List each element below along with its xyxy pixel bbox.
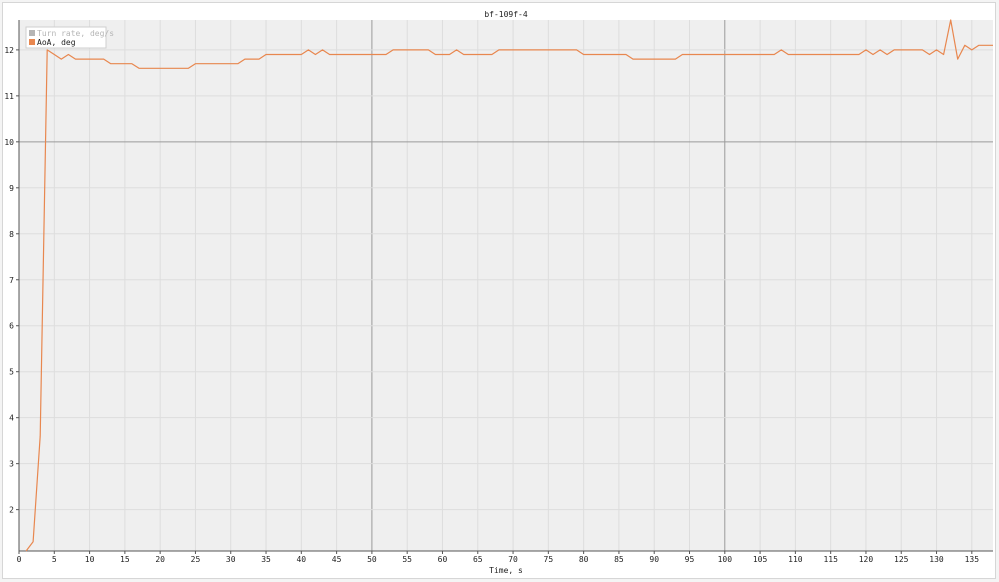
y-tick-label: 5 [9,368,14,377]
x-tick-label: 40 [296,555,306,564]
x-tick-label: 35 [261,555,271,564]
x-tick-label: 45 [332,555,342,564]
x-tick-label: 105 [753,555,768,564]
y-tick-label: 11 [4,92,14,101]
y-tick-label: 2 [9,506,14,515]
x-tick-label: 115 [823,555,838,564]
x-tick-label: 20 [155,555,165,564]
x-tick-label: 0 [17,555,22,564]
x-tick-label: 90 [649,555,659,564]
y-tick-label: 9 [9,184,14,193]
x-tick-label: 125 [894,555,909,564]
y-tick-label: 10 [4,138,14,147]
x-tick-label: 60 [438,555,448,564]
x-tick-label: 25 [191,555,201,564]
x-tick-label: 65 [473,555,483,564]
legend-swatch-turn-rate[interactable] [29,30,35,36]
x-axis-ticks: 0 5 10 15 20 25 30 35 40 45 50 55 60 65 70 75 80 85 90 95 10… [17,551,980,564]
legend[interactable]: Turn rate, deg/s AoA, deg [25,26,114,49]
x-tick-label: 55 [402,555,412,564]
x-tick-label: 50 [367,555,377,564]
x-tick-label: 120 [859,555,874,564]
legend-swatch-aoa[interactable] [29,39,35,45]
y-axis-ticks: 2 3 4 5 6 7 8 9 10 11 12 [4,46,19,515]
x-tick-label: 75 [544,555,554,564]
x-tick-label: 70 [508,555,518,564]
x-tick-label: 110 [788,555,803,564]
x-tick-label: 10 [85,555,95,564]
chart-title: bf-109f-4 [484,10,528,19]
y-tick-label: 7 [9,276,14,285]
y-tick-label: 6 [9,322,14,331]
x-tick-label: 95 [685,555,695,564]
y-tick-label: 3 [9,460,14,469]
x-tick-label: 80 [579,555,589,564]
x-tick-label: 30 [226,555,236,564]
chart-svg: bf-109f-4 0 5 10 15 20 25 30 35 40 45 50 55 60 65 70 75… [4,10,993,575]
legend-label-aoa[interactable]: AoA, deg [37,38,76,47]
x-axis-label: Time, s [489,566,523,575]
y-tick-label: 12 [4,46,14,55]
x-tick-label: 130 [929,555,944,564]
legend-label-turn-rate[interactable]: Turn rate, deg/s [37,29,114,38]
x-tick-label: 15 [120,555,130,564]
x-tick-label: 135 [965,555,980,564]
y-tick-label: 4 [9,414,14,423]
y-tick-label: 8 [9,230,14,239]
x-tick-label: 100 [718,555,733,564]
plot-area [19,20,993,551]
x-tick-label: 85 [614,555,624,564]
x-tick-label: 5 [52,555,57,564]
